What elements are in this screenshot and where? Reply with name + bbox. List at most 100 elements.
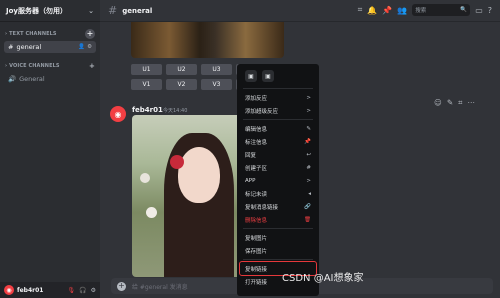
gear-icon[interactable]: ⚙ <box>91 287 96 294</box>
pin-icon[interactable]: 📌 <box>382 6 392 15</box>
pencil-icon: ✎ <box>306 125 311 132</box>
menu-item-pin[interactable]: 标注信息 📌 <box>240 135 316 148</box>
channel-general[interactable]: # general 👤 ⚙ <box>4 41 96 53</box>
avatar[interactable]: ◉ <box>110 106 126 122</box>
hash-icon: # <box>108 4 118 17</box>
mic-muted-icon[interactable]: 🎙 <box>68 287 76 294</box>
message-timestamp: 今天14:40 <box>163 108 188 114</box>
image-flower <box>170 155 184 169</box>
mark-unread-icon: ◂ <box>308 190 311 197</box>
pin-icon: 📌 <box>304 138 311 145</box>
emoji-icon[interactable]: ▣ <box>245 70 257 82</box>
divider <box>243 119 313 120</box>
user-panel: ◉ feb4r01 🎙 🎧 ⚙ <box>0 282 100 298</box>
emoji-icon[interactable]: ▣ <box>262 70 274 82</box>
more-icon[interactable]: ⋯ <box>467 98 475 108</box>
menu-item-apps[interactable]: APP > <box>240 174 316 187</box>
message-input-placeholder: 给 #general 发消息 <box>132 283 188 291</box>
message-author[interactable]: feb4r01 <box>132 106 163 114</box>
threads-icon[interactable]: ⌗ <box>358 5 363 15</box>
menu-item-label: 保存图片 <box>245 248 268 255</box>
voice-channel-general[interactable]: 🔊 General <box>4 73 96 85</box>
upscale-button-3[interactable]: U3 <box>201 64 232 75</box>
channel-name: General <box>19 75 45 83</box>
menu-item-reply[interactable]: 回复 ↩ <box>240 148 316 161</box>
divider <box>243 259 313 260</box>
reply-icon: ↩ <box>306 151 311 158</box>
chevron-right-icon: > <box>306 107 311 114</box>
add-member-icon[interactable]: 👤 <box>78 44 85 50</box>
menu-item-label: APP <box>245 177 256 184</box>
channel-title: general <box>122 6 153 15</box>
gear-icon[interactable]: ⚙ <box>87 44 92 50</box>
menu-item-mark-unread[interactable]: 标记未读 ◂ <box>240 187 316 200</box>
hash-icon: # <box>8 43 14 51</box>
plus-icon[interactable]: + <box>117 281 126 291</box>
menu-item-copy-image[interactable]: 复制图片 <box>240 231 316 244</box>
menu-item-label: 复制图片 <box>245 235 268 242</box>
menu-item-edit[interactable]: 编辑信息 ✎ <box>240 122 316 135</box>
variation-button-3[interactable]: V3 <box>201 79 232 90</box>
channel-name: general <box>16 43 42 51</box>
members-icon[interactable]: 👥 <box>397 6 407 15</box>
help-icon[interactable]: ? <box>488 6 492 15</box>
watermark: CSDN @AI想象家 <box>282 273 364 284</box>
headphones-icon[interactable]: 🎧 <box>79 287 86 294</box>
menu-item-label: 创建子区 <box>245 165 268 172</box>
attachment-image[interactable] <box>132 115 244 277</box>
variation-button-1[interactable]: V1 <box>131 79 162 90</box>
variation-button-2[interactable]: V2 <box>166 79 197 90</box>
channel-header: # general ⌗ 🔔 📌 👥 搜索 🔍 ▭ ? <box>100 0 500 22</box>
menu-item-create-thread[interactable]: 创建子区 # <box>240 161 316 174</box>
divider <box>243 228 313 229</box>
menu-item-label: 添加反应 <box>245 95 268 102</box>
menu-item-copy-message-link[interactable]: 复制消息链接 🔗 <box>240 200 316 213</box>
thread-icon: # <box>306 164 311 171</box>
search-placeholder: 搜索 <box>415 8 427 14</box>
category-text-channels[interactable]: › TEXT CHANNELS + <box>0 28 100 40</box>
upscale-button-2[interactable]: U2 <box>166 64 197 75</box>
menu-item-label: 复制消息链接 <box>245 204 279 211</box>
menu-item-label: 删除信息 <box>245 217 268 224</box>
inbox-icon[interactable]: ▭ <box>475 6 483 15</box>
speaker-icon: 🔊 <box>8 75 17 83</box>
chevron-right-icon: > <box>306 177 311 184</box>
menu-item-label: 标记未读 <box>245 191 268 198</box>
search-input[interactable]: 搜索 🔍 <box>412 4 471 16</box>
menu-item-add-super-reaction[interactable]: 添加超级反应 > <box>240 104 316 117</box>
thread-icon[interactable]: ⌗ <box>458 98 462 108</box>
avatar[interactable]: ◉ <box>4 285 14 295</box>
edit-icon[interactable]: ✎ <box>447 98 453 108</box>
context-menu: ▣ ▣ 添加反应 > 添加超级反应 > 编辑信息 ✎ 标注信息 📌 回复 ↩ 创建子区 # … <box>237 64 319 296</box>
chevron-down-icon[interactable]: ⌄ <box>88 7 94 15</box>
server-name: Joy服务器（勿用） <box>6 6 67 15</box>
server-header[interactable]: Joy服务器（勿用） ⌄ <box>0 0 100 22</box>
divider <box>243 88 313 89</box>
chevron-down-icon: › <box>5 63 8 69</box>
attachment-image[interactable] <box>131 22 284 58</box>
menu-item-label: 编辑信息 <box>245 126 268 133</box>
menu-item-save-image[interactable]: 保存图片 <box>240 244 316 257</box>
trash-icon: 🗑 <box>304 216 311 223</box>
quick-reactions: ▣ ▣ <box>240 68 316 86</box>
category-label: TEXT CHANNELS <box>9 31 57 37</box>
menu-item-add-reaction[interactable]: 添加反应 > <box>240 91 316 104</box>
channel-sidebar: Joy服务器（勿用） ⌄ › TEXT CHANNELS + # general 👤… <box>0 0 100 298</box>
menu-item-delete[interactable]: 删除信息 🗑 <box>240 213 316 226</box>
image-flower <box>140 173 150 183</box>
chevron-down-icon: › <box>5 31 8 37</box>
menu-item-label: 标注信息 <box>245 139 268 146</box>
chevron-right-icon: > <box>306 94 311 101</box>
add-channel-icon[interactable]: + <box>89 62 95 70</box>
link-icon: 🔗 <box>304 203 311 210</box>
search-icon: 🔍 <box>460 7 468 13</box>
menu-item-label: 添加超级反应 <box>245 108 279 115</box>
bell-icon[interactable]: 🔔 <box>367 6 377 15</box>
add-channel-icon[interactable]: + <box>85 29 95 39</box>
category-voice-channels[interactable]: › VOICE CHANNELS + <box>0 60 100 72</box>
message-hover-toolbar: ☺ ✎ ⌗ ⋯ <box>434 98 475 108</box>
category-label: VOICE CHANNELS <box>9 63 60 69</box>
upscale-button-1[interactable]: U1 <box>131 64 162 75</box>
menu-item-label: 回复 <box>245 152 257 159</box>
add-reaction-icon[interactable]: ☺ <box>434 98 442 108</box>
